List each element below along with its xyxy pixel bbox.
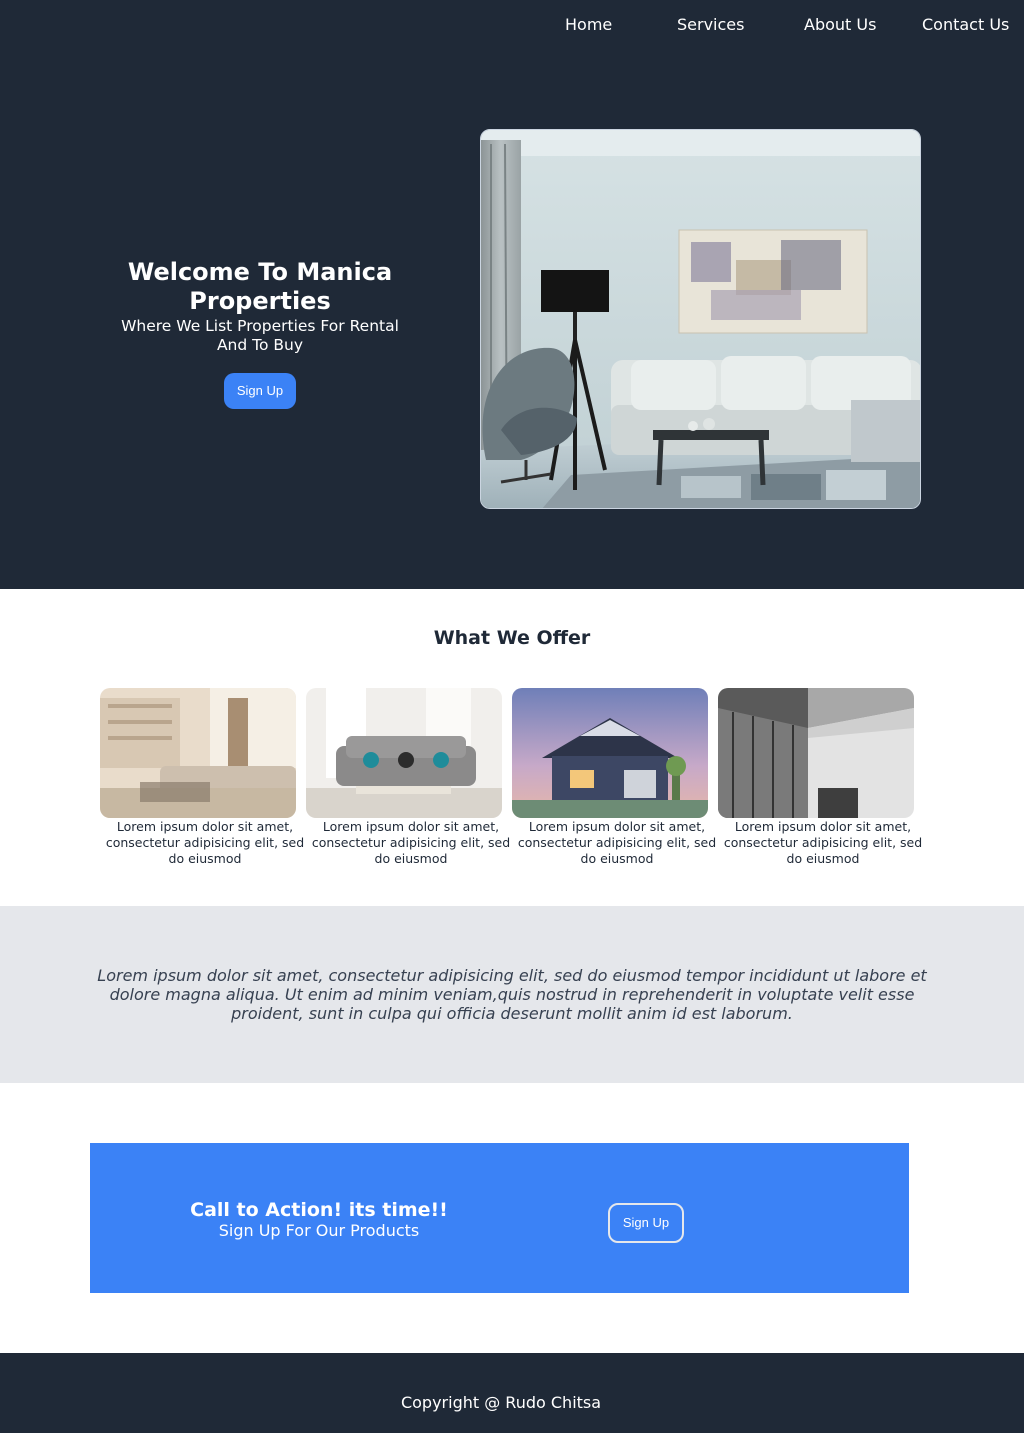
call-to-action-banner: Call to Action! its time!! Sign Up For O… [90, 1143, 909, 1293]
offer-card: Lorem ipsum dolor sit amet, consectetur … [512, 688, 716, 867]
offer-card: Lorem ipsum dolor sit amet, consectetur … [306, 688, 510, 867]
offer-card-text: Lorem ipsum dolor sit amet, consectetur … [723, 819, 923, 866]
footer: Copyright @ Rudo Chitsa [0, 1353, 1024, 1433]
nav-contact-link[interactable]: Contact Us [922, 14, 1009, 36]
hero-living-room-image [480, 129, 921, 509]
nav-about-link[interactable]: About Us [804, 14, 876, 36]
offer-card-text: Lorem ipsum dolor sit amet, consectetur … [311, 819, 511, 866]
nav-services-link[interactable]: Services [677, 14, 744, 36]
quote-section: Lorem ipsum dolor sit amet, consectetur … [0, 906, 1024, 1083]
house-exterior-illustration [512, 688, 708, 818]
living-room-illustration [481, 130, 920, 508]
hero-section: Home Services About Us Contact Us Welcom… [0, 0, 1024, 589]
house-exterior-image [512, 688, 708, 818]
sofa-lounge-image [306, 688, 502, 818]
offer-card-text: Lorem ipsum dolor sit amet, consectetur … [105, 819, 305, 866]
offer-card: Lorem ipsum dolor sit amet, consectetur … [718, 688, 922, 867]
modern-building-illustration [718, 688, 914, 818]
footer-copyright: Copyright @ Rudo Chitsa [400, 1393, 602, 1412]
modern-building-image [718, 688, 914, 818]
luxury-living-room-illustration [100, 688, 296, 818]
offer-card-text: Lorem ipsum dolor sit amet, consectetur … [517, 819, 717, 866]
hero-signup-button[interactable]: Sign Up [224, 373, 296, 409]
cta-signup-button[interactable]: Sign Up [608, 1203, 684, 1243]
hero-text-block: Welcome To Manica Properties Where We Li… [110, 258, 410, 355]
offer-section-title: What We Offer [433, 627, 591, 649]
quote-text: Lorem ipsum dolor sit amet, consectetur … [97, 966, 927, 1023]
hero-title: Welcome To Manica Properties [127, 258, 393, 315]
cta-subtitle: Sign Up For Our Products [218, 1221, 420, 1240]
hero-subtitle: Where We List Properties For Rental And … [121, 317, 399, 354]
sofa-lounge-illustration [306, 688, 502, 818]
luxury-living-room-image [100, 688, 296, 818]
offer-card: Lorem ipsum dolor sit amet, consectetur … [100, 688, 304, 867]
cta-title: Call to Action! its time!! [190, 1199, 448, 1221]
nav-home-link[interactable]: Home [565, 14, 612, 36]
